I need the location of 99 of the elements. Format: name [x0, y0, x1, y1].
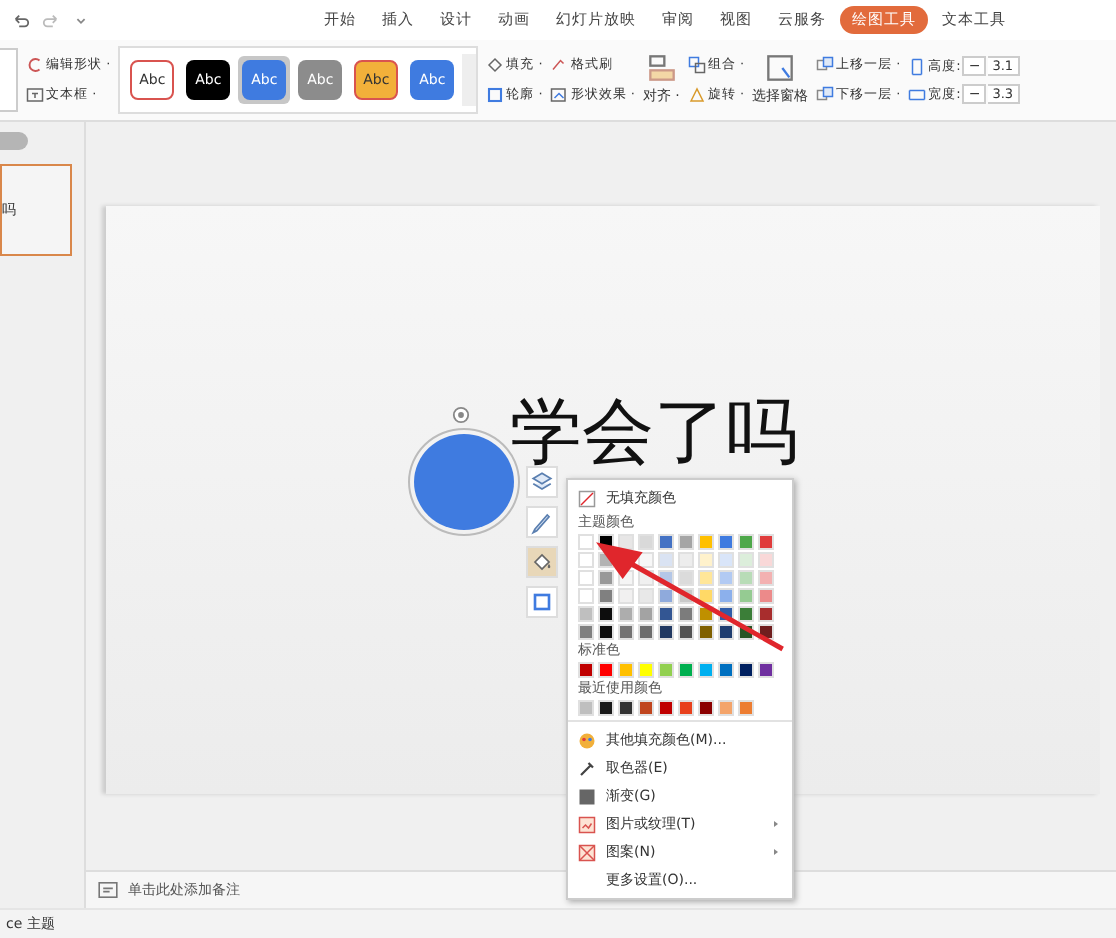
color-swatch[interactable] [718, 552, 734, 568]
pen-icon[interactable] [526, 506, 558, 538]
panel-tab[interactable] [0, 132, 28, 150]
color-swatch[interactable] [578, 700, 594, 716]
width-icon [908, 85, 927, 103]
picture-icon [578, 815, 596, 833]
color-swatch[interactable] [658, 552, 674, 568]
notes-icon [98, 882, 118, 898]
color-swatch[interactable] [638, 662, 654, 678]
color-swatch[interactable] [618, 534, 634, 550]
color-swatch[interactable] [738, 700, 754, 716]
color-swatch[interactable] [578, 624, 594, 640]
edit-shape-icon [26, 56, 44, 74]
color-swatch[interactable] [578, 552, 594, 568]
fill-icon [486, 56, 505, 74]
color-swatch[interactable] [618, 662, 634, 678]
color-swatch[interactable] [758, 662, 774, 678]
color-swatch[interactable] [698, 624, 714, 640]
color-swatch[interactable] [598, 588, 614, 604]
pattern-icon [578, 843, 596, 861]
color-swatch[interactable] [698, 534, 714, 550]
text-box-icon [26, 86, 44, 104]
color-swatch[interactable] [738, 606, 754, 622]
color-swatch[interactable] [618, 588, 634, 604]
color-swatch[interactable] [758, 588, 774, 604]
spinner-field[interactable] [0, 48, 18, 112]
palette-icon [578, 731, 596, 749]
color-swatch[interactable] [758, 570, 774, 586]
selection-pane-icon [766, 54, 795, 82]
color-swatch[interactable] [758, 552, 774, 568]
circle-shape[interactable] [414, 434, 514, 530]
color-swatch[interactable] [598, 700, 614, 716]
color-swatch[interactable] [638, 700, 654, 716]
color-swatch[interactable] [638, 624, 654, 640]
color-swatch[interactable] [718, 700, 734, 716]
color-swatch[interactable] [658, 662, 674, 678]
slide-title: 学会了吗 [510, 398, 798, 470]
color-swatch[interactable] [678, 552, 694, 568]
shape-effects-icon [550, 86, 569, 104]
color-swatch[interactable] [718, 624, 734, 640]
color-swatch[interactable] [738, 588, 754, 604]
color-swatch[interactable] [698, 700, 714, 716]
height-icon [908, 57, 927, 75]
send-backward-icon [816, 86, 835, 104]
undo-icon[interactable] [12, 11, 30, 29]
color-swatch[interactable] [618, 700, 634, 716]
eyedropper-icon [578, 759, 596, 777]
color-swatch[interactable] [638, 606, 654, 622]
color-swatch[interactable] [698, 588, 714, 604]
color-swatch[interactable] [678, 570, 694, 586]
rotate-handle-icon[interactable] [452, 406, 470, 424]
bring-forward-icon [816, 56, 835, 74]
no-fill-icon [578, 489, 596, 507]
color-swatch[interactable] [758, 606, 774, 622]
paint-bucket-icon[interactable] [526, 546, 558, 578]
color-swatch[interactable] [678, 700, 694, 716]
layers-icon[interactable] [526, 466, 558, 498]
color-swatch[interactable] [698, 662, 714, 678]
color-swatch[interactable] [578, 606, 594, 622]
color-swatch[interactable] [598, 570, 614, 586]
group-icon [687, 56, 706, 74]
color-swatch[interactable] [738, 552, 754, 568]
color-swatch[interactable] [578, 588, 594, 604]
color-swatch[interactable] [738, 534, 754, 550]
square-outline-icon[interactable] [526, 586, 558, 618]
align-icon [647, 54, 676, 82]
color-swatch[interactable] [598, 606, 614, 622]
color-swatch[interactable] [678, 534, 694, 550]
color-swatch[interactable] [618, 624, 634, 640]
color-swatch[interactable] [658, 700, 674, 716]
color-swatch[interactable] [578, 534, 594, 550]
color-swatch[interactable] [678, 606, 694, 622]
color-swatch[interactable] [638, 588, 654, 604]
color-swatch[interactable] [598, 624, 614, 640]
color-swatch[interactable] [678, 662, 694, 678]
color-swatch[interactable] [658, 624, 674, 640]
color-swatch[interactable] [758, 534, 774, 550]
color-swatch[interactable] [718, 662, 734, 678]
color-swatch[interactable] [698, 570, 714, 586]
color-swatch[interactable] [718, 588, 734, 604]
color-swatch[interactable] [738, 662, 754, 678]
color-swatch[interactable] [618, 606, 634, 622]
rotate-icon [687, 86, 706, 104]
color-swatch[interactable] [658, 606, 674, 622]
color-swatch[interactable] [678, 624, 694, 640]
color-swatch[interactable] [698, 552, 714, 568]
color-swatch[interactable] [658, 588, 674, 604]
color-swatch[interactable] [658, 534, 674, 550]
color-swatch[interactable] [738, 570, 754, 586]
outline-icon [486, 86, 505, 104]
color-swatch[interactable] [578, 570, 594, 586]
color-swatch[interactable] [578, 662, 594, 678]
gradient-icon [578, 787, 596, 805]
redo-icon[interactable] [42, 11, 60, 29]
color-swatch[interactable] [718, 534, 734, 550]
color-swatch[interactable] [638, 534, 654, 550]
format-painter-icon [550, 56, 569, 74]
color-swatch[interactable] [598, 662, 614, 678]
color-swatch[interactable] [718, 570, 734, 586]
